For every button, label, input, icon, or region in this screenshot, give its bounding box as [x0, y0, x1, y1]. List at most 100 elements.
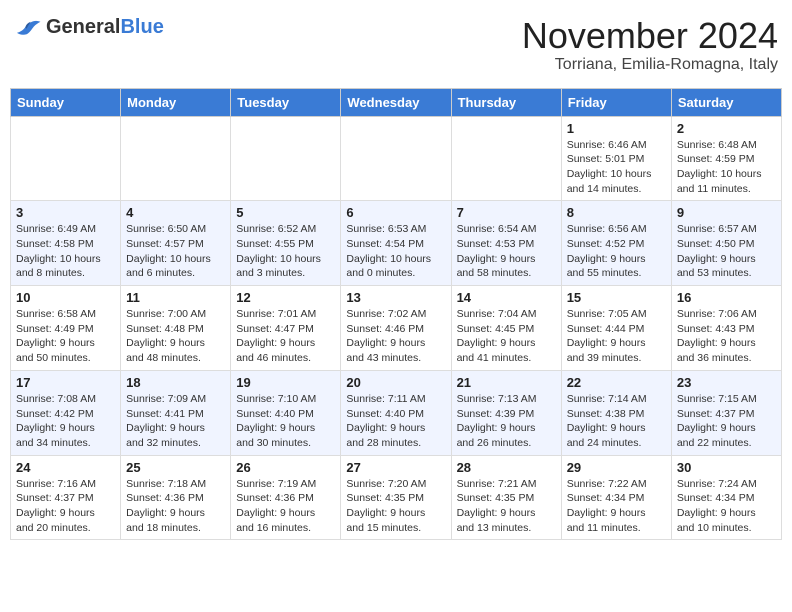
cell-info-text: Sunrise: 7:05 AM Sunset: 4:44 PM Dayligh…	[567, 307, 666, 366]
calendar-cell: 26Sunrise: 7:19 AM Sunset: 4:36 PM Dayli…	[231, 455, 341, 540]
calendar-header-row: SundayMondayTuesdayWednesdayThursdayFrid…	[11, 88, 782, 116]
calendar-header-thursday: Thursday	[451, 88, 561, 116]
cell-info-text: Sunrise: 6:46 AM Sunset: 5:01 PM Dayligh…	[567, 138, 666, 197]
cell-info-text: Sunrise: 7:13 AM Sunset: 4:39 PM Dayligh…	[457, 392, 556, 451]
cell-info-text: Sunrise: 7:14 AM Sunset: 4:38 PM Dayligh…	[567, 392, 666, 451]
calendar-cell: 24 Sunrise: 7:16 AM Sunset: 4:37 PM Dayli…	[11, 455, 121, 540]
logo-general: General	[46, 16, 120, 38]
cell-date-number: 11	[126, 290, 225, 305]
cell-date-number: 9	[677, 205, 776, 220]
calendar-header-sunday: Sunday	[11, 88, 121, 116]
calendar-cell	[231, 116, 341, 201]
cell-date-number: 20	[346, 375, 445, 390]
cell-info-text: Sunrise: 6:52 AM Sunset: 4:55 PM Dayligh…	[236, 222, 335, 281]
cell-info-text: Sunrise: 7:08 AM Sunset: 4:42 PM Dayligh…	[16, 392, 115, 451]
cell-date-number: 10	[16, 290, 115, 305]
calendar-cell: 27 Sunrise: 7:20 AM Sunset: 4:35 PM Dayli…	[341, 455, 451, 540]
calendar-cell: 9 Sunrise: 6:57 AM Sunset: 4:50 PM Daylig…	[671, 201, 781, 286]
cell-date-number: 12	[236, 290, 335, 305]
calendar-cell: 28 Sunrise: 7:21 AM Sunset: 4:35 PM Dayli…	[451, 455, 561, 540]
calendar-cell	[11, 116, 121, 201]
calendar-header-tuesday: Tuesday	[231, 88, 341, 116]
cell-date-number: 23	[677, 375, 776, 390]
cell-date-number: 8	[567, 205, 666, 220]
cell-date-number: 3	[16, 205, 115, 220]
calendar-cell: 10Sunrise: 6:58 AM Sunset: 4:49 PM Dayli…	[11, 286, 121, 371]
cell-info-text: Sunrise: 6:56 AM Sunset: 4:52 PM Dayligh…	[567, 222, 666, 281]
calendar-cell: 22Sunrise: 7:14 AM Sunset: 4:38 PM Dayli…	[561, 370, 671, 455]
cell-date-number: 5	[236, 205, 335, 220]
cell-date-number: 21	[457, 375, 556, 390]
cell-date-number: 28	[457, 460, 556, 475]
calendar-table: SundayMondayTuesdayWednesdayThursdayFrid…	[10, 88, 782, 541]
calendar-week-row: 24 Sunrise: 7:16 AM Sunset: 4:37 PM Dayli…	[11, 455, 782, 540]
calendar-week-row: 1 Sunrise: 6:46 AM Sunset: 5:01 PM Daylig…	[11, 116, 782, 201]
page-header: GeneralBlue November 2024 Torriana, Emil…	[10, 10, 782, 80]
calendar-week-row: 10Sunrise: 6:58 AM Sunset: 4:49 PM Dayli…	[11, 286, 782, 371]
cell-date-number: 27	[346, 460, 445, 475]
cell-date-number: 25	[126, 460, 225, 475]
calendar-cell: 15 Sunrise: 7:05 AM Sunset: 4:44 PM Dayli…	[561, 286, 671, 371]
title-section: November 2024 Torriana, Emilia-Romagna, …	[522, 16, 778, 74]
calendar-cell: 21 Sunrise: 7:13 AM Sunset: 4:39 PM Dayli…	[451, 370, 561, 455]
cell-date-number: 30	[677, 460, 776, 475]
calendar-cell: 11 Sunrise: 7:00 AM Sunset: 4:48 PM Dayli…	[121, 286, 231, 371]
cell-info-text: Sunrise: 7:20 AM Sunset: 4:35 PM Dayligh…	[346, 477, 445, 536]
cell-info-text: Sunrise: 6:50 AM Sunset: 4:57 PM Dayligh…	[126, 222, 225, 281]
cell-info-text: Sunrise: 6:53 AM Sunset: 4:54 PM Dayligh…	[346, 222, 445, 281]
calendar-week-row: 17 Sunrise: 7:08 AM Sunset: 4:42 PM Dayli…	[11, 370, 782, 455]
cell-info-text: Sunrise: 7:06 AM Sunset: 4:43 PM Dayligh…	[677, 307, 776, 366]
cell-date-number: 18	[126, 375, 225, 390]
cell-info-text: Sunrise: 7:15 AM Sunset: 4:37 PM Dayligh…	[677, 392, 776, 451]
cell-date-number: 6	[346, 205, 445, 220]
cell-info-text: Sunrise: 7:22 AM Sunset: 4:34 PM Dayligh…	[567, 477, 666, 536]
calendar-cell: 16Sunrise: 7:06 AM Sunset: 4:43 PM Dayli…	[671, 286, 781, 371]
cell-date-number: 7	[457, 205, 556, 220]
calendar-cell: 4Sunrise: 6:50 AM Sunset: 4:57 PM Daylig…	[121, 201, 231, 286]
calendar-cell: 5 Sunrise: 6:52 AM Sunset: 4:55 PM Daylig…	[231, 201, 341, 286]
calendar-cell: 18 Sunrise: 7:09 AM Sunset: 4:41 PM Dayli…	[121, 370, 231, 455]
cell-info-text: Sunrise: 7:02 AM Sunset: 4:46 PM Dayligh…	[346, 307, 445, 366]
calendar-header-saturday: Saturday	[671, 88, 781, 116]
cell-info-text: Sunrise: 6:57 AM Sunset: 4:50 PM Dayligh…	[677, 222, 776, 281]
cell-info-text: Sunrise: 7:21 AM Sunset: 4:35 PM Dayligh…	[457, 477, 556, 536]
cell-info-text: Sunrise: 7:01 AM Sunset: 4:47 PM Dayligh…	[236, 307, 335, 366]
cell-date-number: 24	[16, 460, 115, 475]
cell-info-text: Sunrise: 7:04 AM Sunset: 4:45 PM Dayligh…	[457, 307, 556, 366]
calendar-cell: 12 Sunrise: 7:01 AM Sunset: 4:47 PM Dayli…	[231, 286, 341, 371]
logo-bird-icon	[14, 19, 42, 37]
cell-info-text: Sunrise: 7:09 AM Sunset: 4:41 PM Dayligh…	[126, 392, 225, 451]
calendar-cell: 2 Sunrise: 6:48 AM Sunset: 4:59 PM Daylig…	[671, 116, 781, 201]
calendar-cell: 25 Sunrise: 7:18 AM Sunset: 4:36 PM Dayli…	[121, 455, 231, 540]
calendar-week-row: 3 Sunrise: 6:49 AM Sunset: 4:58 PM Daylig…	[11, 201, 782, 286]
cell-date-number: 1	[567, 121, 666, 136]
cell-date-number: 2	[677, 121, 776, 136]
calendar-cell: 7Sunrise: 6:54 AM Sunset: 4:53 PM Daylig…	[451, 201, 561, 286]
calendar-cell: 19Sunrise: 7:10 AM Sunset: 4:40 PM Dayli…	[231, 370, 341, 455]
cell-date-number: 29	[567, 460, 666, 475]
calendar-header-wednesday: Wednesday	[341, 88, 451, 116]
cell-date-number: 15	[567, 290, 666, 305]
cell-date-number: 19	[236, 375, 335, 390]
cell-info-text: Sunrise: 7:18 AM Sunset: 4:36 PM Dayligh…	[126, 477, 225, 536]
calendar-cell: 20Sunrise: 7:11 AM Sunset: 4:40 PM Dayli…	[341, 370, 451, 455]
calendar-cell	[341, 116, 451, 201]
cell-info-text: Sunrise: 7:16 AM Sunset: 4:37 PM Dayligh…	[16, 477, 115, 536]
calendar-cell: 29 Sunrise: 7:22 AM Sunset: 4:34 PM Dayli…	[561, 455, 671, 540]
cell-info-text: Sunrise: 6:49 AM Sunset: 4:58 PM Dayligh…	[16, 222, 115, 281]
cell-info-text: Sunrise: 7:24 AM Sunset: 4:34 PM Dayligh…	[677, 477, 776, 536]
cell-date-number: 26	[236, 460, 335, 475]
calendar-cell: 30 Sunrise: 7:24 AM Sunset: 4:34 PM Dayli…	[671, 455, 781, 540]
calendar-cell	[121, 116, 231, 201]
logo: GeneralBlue	[14, 16, 164, 39]
cell-date-number: 14	[457, 290, 556, 305]
month-title: November 2024	[522, 16, 778, 56]
cell-info-text: Sunrise: 7:00 AM Sunset: 4:48 PM Dayligh…	[126, 307, 225, 366]
calendar-cell: 6 Sunrise: 6:53 AM Sunset: 4:54 PM Daylig…	[341, 201, 451, 286]
cell-date-number: 13	[346, 290, 445, 305]
cell-info-text: Sunrise: 6:48 AM Sunset: 4:59 PM Dayligh…	[677, 138, 776, 197]
calendar-cell: 17 Sunrise: 7:08 AM Sunset: 4:42 PM Dayli…	[11, 370, 121, 455]
cell-date-number: 17	[16, 375, 115, 390]
location-title: Torriana, Emilia-Romagna, Italy	[522, 56, 778, 74]
calendar-cell: 14 Sunrise: 7:04 AM Sunset: 4:45 PM Dayli…	[451, 286, 561, 371]
